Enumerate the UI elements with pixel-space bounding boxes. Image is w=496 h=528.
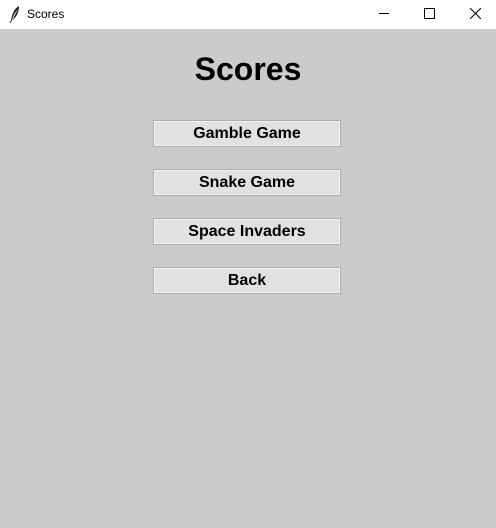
- page-title: Scores: [194, 51, 302, 87]
- minimize-icon: [378, 6, 390, 24]
- minimize-button[interactable]: [361, 0, 407, 29]
- scores-panel: Scores Gamble Game Snake Game Space Inva…: [0, 29, 496, 528]
- back-button[interactable]: Back: [153, 267, 341, 294]
- feather-icon: [9, 5, 21, 24]
- snake-game-button[interactable]: Snake Game: [153, 169, 341, 196]
- maximize-button[interactable]: [406, 0, 452, 29]
- close-icon: [469, 6, 481, 24]
- title-bar[interactable]: Scores: [0, 0, 496, 29]
- space-invaders-button[interactable]: Space Invaders: [153, 218, 341, 245]
- gamble-game-button[interactable]: Gamble Game: [153, 120, 341, 147]
- window-title: Scores: [27, 7, 65, 21]
- close-button[interactable]: [452, 0, 496, 29]
- app-window: Scores Scores Gamble Game Snake Game Spa…: [0, 0, 496, 528]
- maximize-icon: [423, 6, 435, 24]
